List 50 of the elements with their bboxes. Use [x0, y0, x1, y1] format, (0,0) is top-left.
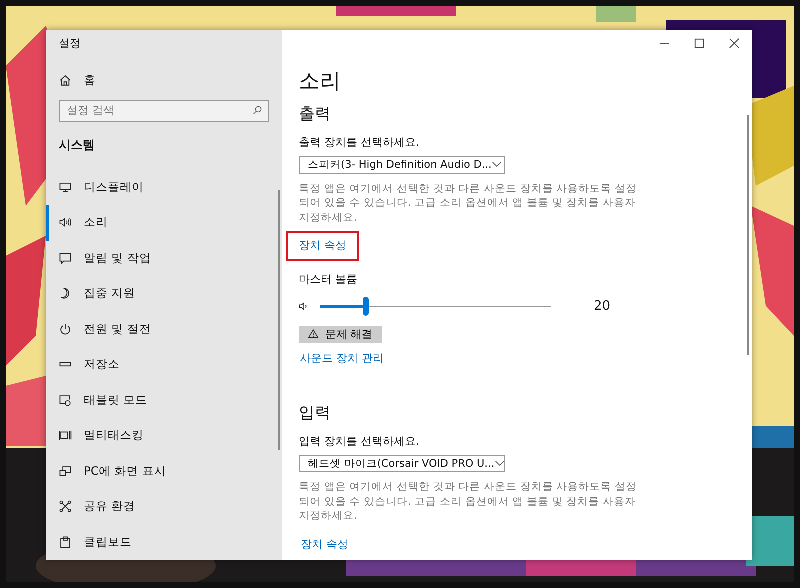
sidebar-item[interactable]: PC에 화면 표시 [46, 454, 282, 489]
tablet-icon [59, 394, 72, 407]
moon-icon [59, 287, 72, 300]
field-label: 출력 장치를 선택하세요. [299, 136, 420, 150]
sidebar-item[interactable]: 태블릿 모드 [46, 382, 282, 418]
search-field[interactable]: 설정 검색 [59, 100, 269, 122]
volume-value: 20 [594, 299, 611, 314]
home-icon [59, 74, 72, 88]
scrollbar[interactable] [278, 190, 280, 450]
chevron-icon [494, 460, 505, 468]
sidebar-item[interactable]: 멀티태스킹 [46, 418, 282, 454]
device-dropdown[interactable]: 헤드셋 마이크(Corsair VOID PRO U... [299, 454, 505, 472]
screens-icon [59, 464, 72, 478]
sidebar-item[interactable]: 알림 및 작업 [46, 240, 282, 276]
sidebar-item[interactable]: 집중 지원 [46, 276, 282, 312]
field-label: 입력 장치를 선택하세요. [299, 434, 420, 449]
device-dropdown[interactable]: 스피커(3- High Definition Audio D... [299, 156, 505, 174]
volume-slider[interactable] [320, 297, 551, 316]
clipboard-icon [59, 536, 72, 549]
manage-devices-link[interactable]: 사운드 장치 관리 [298, 348, 386, 370]
search-icon [252, 105, 263, 116]
home-item[interactable]: 홈 [46, 67, 104, 94]
description: 특정 앱은 여기에서 선택한 것과 다른 사운드 장치를 사용하도록 설정되어 있을 수 있습니다. 고급 소리 옵션에서 앱 볼륨 및 장치를 사용자 지정하세요. [299, 182, 638, 225]
share-icon [59, 500, 72, 514]
close-icon[interactable] [729, 38, 740, 49]
scrollbar[interactable] [747, 115, 749, 355]
section-heading: 입력 [299, 402, 331, 423]
power-icon [59, 322, 72, 336]
sidebar-item[interactable]: 저장소 [46, 347, 282, 382]
description: 특정 앱은 여기에서 선택한 것과 다른 사운드 장치를 사용하도록 설정되어 있을 수 있습니다. 고급 소리 옵션에서 앱 볼륨 및 장치를 사용자 지정하세요. [299, 480, 638, 524]
maximize-icon[interactable] [694, 38, 705, 49]
troubleshoot-button[interactable]: 문제 해결 [299, 326, 382, 343]
volume-label: 마스터 볼륨 [299, 273, 358, 287]
section-heading: 출력 [299, 104, 331, 124]
chevron-icon [492, 161, 502, 168]
slider-thumb[interactable] [363, 297, 370, 316]
monitor-icon [59, 180, 72, 194]
sidebar-item[interactable]: 클립보드 [46, 524, 282, 560]
sidebar-item[interactable]: 디스플레이 [46, 170, 282, 205]
message-icon [59, 252, 72, 265]
sidebar-item[interactable]: 공유 환경 [46, 489, 282, 524]
page-title: 소리 [299, 68, 341, 94]
section-heading: 시스템 [59, 136, 95, 154]
window-title: 설정 [59, 37, 81, 50]
windows-icon [59, 429, 72, 442]
speaker-icon [59, 216, 72, 230]
device-properties-link[interactable]: 장치 속성 [286, 231, 358, 261]
warning-icon [308, 329, 320, 340]
device-properties-link[interactable]: 장치 속성 [298, 530, 360, 560]
sidebar-item[interactable]: 전원 및 절전 [46, 312, 282, 347]
